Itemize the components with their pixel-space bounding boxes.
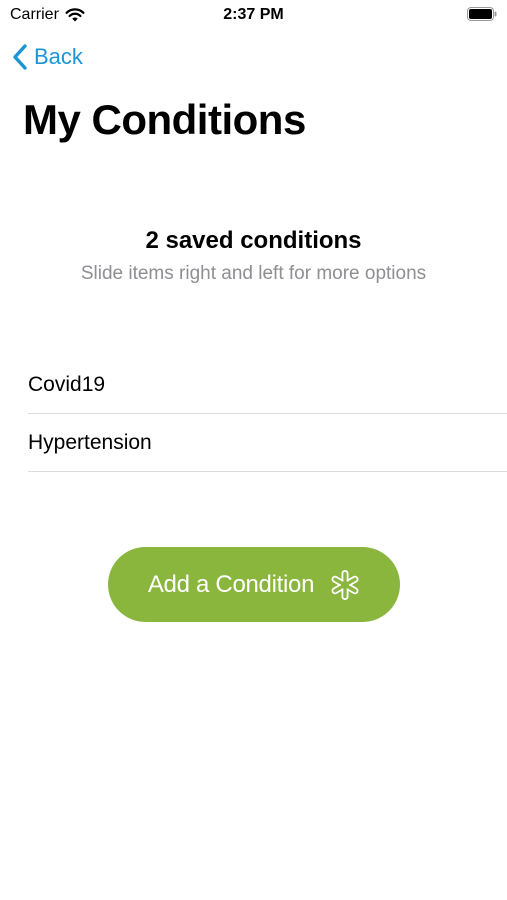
- back-label: Back: [34, 44, 83, 69]
- swipe-hint: Slide items right and left for more opti…: [80, 263, 427, 284]
- battery-icon: [467, 7, 497, 21]
- status-time: 2:37 PM: [223, 6, 284, 23]
- condition-item[interactable]: Hypertension: [28, 414, 507, 472]
- page-title: My Conditions: [23, 96, 306, 143]
- asterisk-flower-icon: [331, 569, 359, 600]
- conditions-list: Covid19 Hypertension: [28, 356, 507, 472]
- add-condition-button[interactable]: Add a Condition: [108, 547, 400, 622]
- back-button[interactable]: Back: [12, 42, 83, 72]
- chevron-left-icon: [13, 44, 27, 70]
- status-bar: Carrier 2:37 PM: [0, 0, 507, 30]
- add-condition-label: Add a Condition: [147, 570, 315, 598]
- saved-count-title: 2 saved conditions: [145, 227, 362, 254]
- condition-item[interactable]: Covid19: [28, 356, 507, 414]
- screen: Carrier 2:37 PM Back My Conditions 2 sav…: [0, 0, 507, 900]
